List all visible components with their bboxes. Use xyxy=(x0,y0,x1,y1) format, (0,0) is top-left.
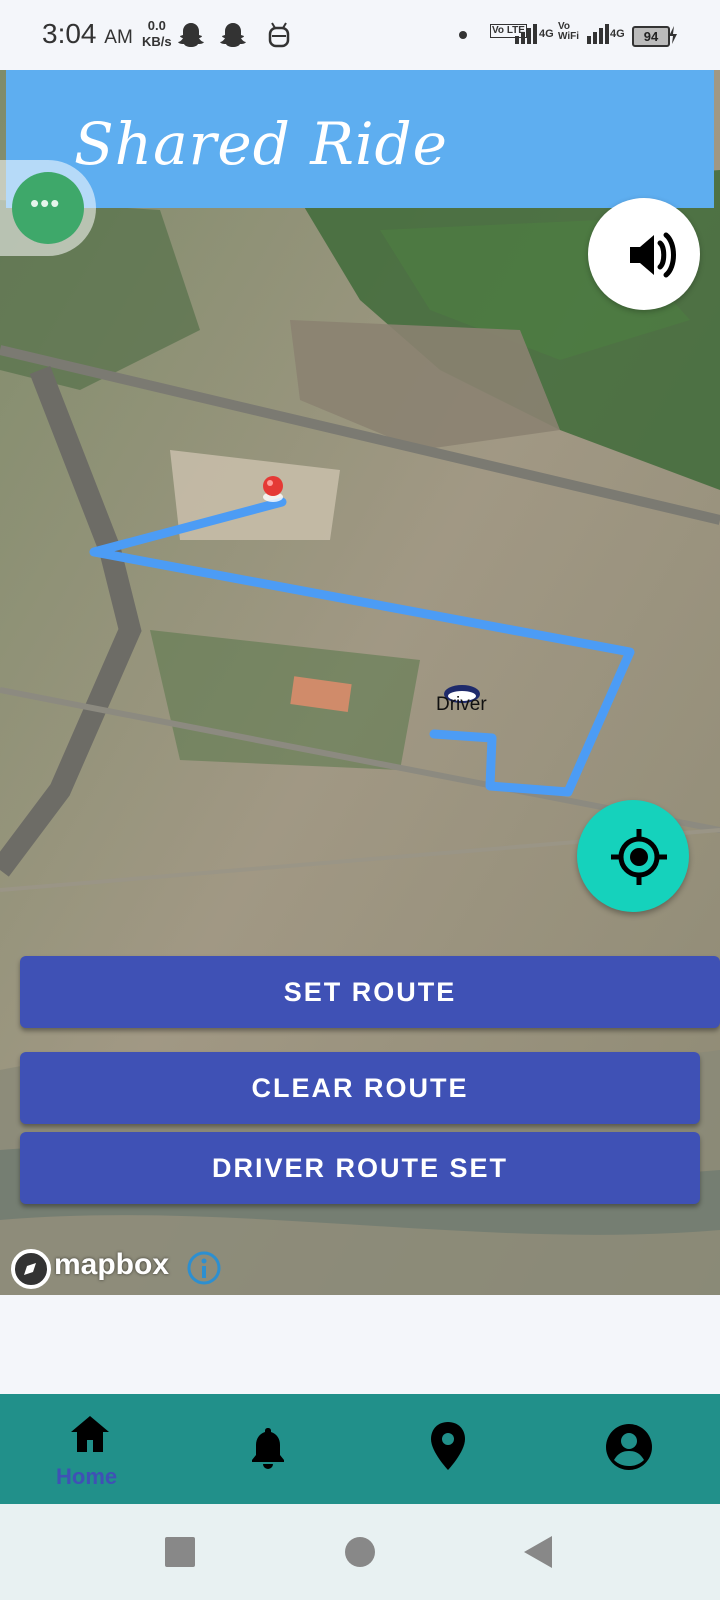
snapchat-icon xyxy=(220,23,246,47)
my-location-icon xyxy=(611,829,667,885)
signal-icon xyxy=(587,24,609,44)
app-title: Shared Ride xyxy=(74,110,448,178)
location-pin-icon xyxy=(431,1422,465,1470)
dot-icon xyxy=(459,31,467,39)
driver-marker-label: Driver xyxy=(436,694,487,715)
snapchat-icon xyxy=(178,23,204,47)
home-circle-icon[interactable] xyxy=(344,1536,376,1568)
network-speed-unit: KB/s xyxy=(142,34,172,49)
nav-label-home: Home xyxy=(56,1464,118,1489)
mapbox-logo-icon xyxy=(11,1249,51,1289)
more-options-button[interactable]: ••• xyxy=(12,172,84,244)
battery-indicator: 94 xyxy=(632,26,670,47)
volume-up-icon xyxy=(630,232,676,278)
clock-ampm: AM xyxy=(104,27,133,48)
android-debug-icon xyxy=(268,22,290,48)
account-icon xyxy=(606,1424,652,1470)
network-type-1: 4G xyxy=(539,28,554,40)
nav-item-profile[interactable] xyxy=(590,1394,670,1504)
sound-toggle-button[interactable] xyxy=(588,198,700,310)
app-header: Shared Ride xyxy=(6,70,714,208)
recents-icon[interactable] xyxy=(164,1536,196,1568)
signal-icon xyxy=(515,24,537,44)
destination-pin-icon xyxy=(263,476,283,502)
home-icon xyxy=(71,1416,109,1452)
back-icon[interactable] xyxy=(522,1534,554,1570)
clock: 3:04 AM xyxy=(42,18,133,50)
vowifi-badge: Vo WiFi xyxy=(558,21,580,42)
info-icon[interactable] xyxy=(186,1250,222,1286)
network-type-2: 4G xyxy=(610,28,625,40)
clock-time: 3:04 xyxy=(42,18,97,49)
mapbox-attribution: mapbox xyxy=(54,1248,170,1281)
nav-item-location[interactable] xyxy=(410,1394,490,1504)
nav-item-notifications[interactable] xyxy=(230,1394,310,1504)
my-location-button[interactable] xyxy=(577,800,689,912)
bell-icon xyxy=(252,1428,284,1469)
status-bar: 3:04 AM 0.0 KB/s Vo LTE 4G Vo WiFi 4G 94 xyxy=(0,0,720,70)
clear-route-button[interactable]: CLEAR ROUTE xyxy=(20,1052,700,1124)
driver-route-set-button[interactable]: DRIVER ROUTE SET xyxy=(20,1132,700,1204)
charging-icon xyxy=(669,26,677,44)
more-horiz-icon: ••• xyxy=(30,188,61,218)
bottom-navigation: Home xyxy=(0,1394,720,1504)
set-route-button[interactable]: SET ROUTE xyxy=(20,956,720,1028)
network-speed: 0.0 KB/s xyxy=(142,18,172,50)
system-navigation-bar xyxy=(0,1504,720,1600)
network-speed-value: 0.0 xyxy=(147,18,166,33)
nav-item-home[interactable]: Home xyxy=(40,1394,150,1504)
